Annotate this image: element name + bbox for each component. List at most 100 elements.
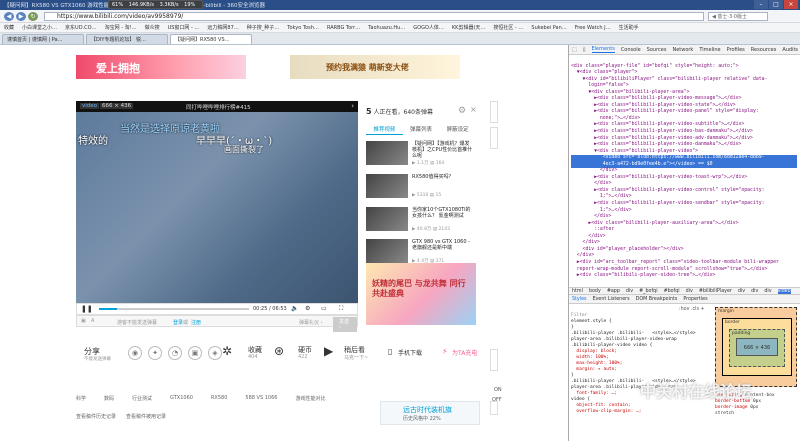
bookmark-item[interactable]: 收藏 (4, 24, 14, 31)
gear-icon[interactable]: ⚙ (458, 106, 466, 116)
crumb-item[interactable]: #bofqi (664, 289, 680, 294)
tab-recommended[interactable]: 推荐视频 (366, 125, 403, 135)
bookmark-item[interactable]: KK剪辑器(天… (452, 24, 486, 31)
close-window-button[interactable]: × (784, 0, 798, 9)
tab-1[interactable]: 谨慎首页 | 谨慎网 | Pa… (2, 34, 84, 44)
tag-item[interactable]: 行业测试 (132, 395, 152, 405)
tab-styles[interactable]: Styles (572, 297, 587, 302)
search-input[interactable]: ◀ 昔士·3·0版士 (708, 12, 768, 21)
charge-icon[interactable]: ⚡ (442, 347, 448, 356)
bookmark-item[interactable]: 小白课堂之小… (22, 24, 57, 31)
minimize-button[interactable]: – (754, 0, 768, 9)
bookmark-item[interactable]: 京东UD.CO… (65, 24, 97, 31)
tag-item[interactable]: RX580 (211, 395, 227, 405)
inspect-icon[interactable]: ⬚ (572, 47, 577, 53)
related-video[interactable]: RX580值得买吗？ ▶ 5316 ▤ 15 (366, 174, 476, 202)
bookmark-item[interactable]: US窗口网 - … (168, 24, 200, 31)
tab-resources[interactable]: Resources (751, 47, 777, 53)
progress-bar[interactable] (99, 308, 249, 310)
bookmark-item[interactable]: RARBG Torr… (327, 25, 360, 31)
related-video[interactable]: 当你家10个GTX1080Ti的女孩什么？ 氪金啊测试 ▶ 40.8万 ▤ 21… (366, 207, 476, 235)
mobile-download-link[interactable]: 手机下载 (398, 348, 422, 357)
fullscreen-icon[interactable]: ⛶ (339, 305, 343, 313)
bookmark-item[interactable]: Free Watch J… (575, 25, 611, 31)
video-thumbnail[interactable] (366, 207, 408, 231)
qq-icon[interactable]: ◔ (168, 346, 182, 360)
charge-button[interactable]: 为TA充电 (452, 348, 477, 357)
related-title[interactable]: 当你家10个GTX1080Ti的女孩什么？ 氪金啊测试 (412, 207, 474, 219)
douban-icon[interactable]: ◈ (208, 346, 222, 360)
url-input[interactable]: https://www.bilibili.com/video/av9958979… (44, 12, 704, 21)
tieba-icon[interactable]: ▣ (188, 346, 202, 360)
bookmark-item[interactable]: 淘宝网 - 淘!… (105, 24, 137, 31)
pause-icon[interactable]: ❚❚ (81, 305, 93, 313)
tag-item[interactable]: 游戏性能对比 (295, 395, 325, 405)
crumb-item[interactable]: div (764, 289, 771, 294)
tab-event-listeners[interactable]: Event Listeners (593, 297, 630, 302)
crumb-item[interactable]: div (626, 289, 633, 294)
settings-icon[interactable]: ⚙ (305, 305, 310, 312)
bookmark-item[interactable]: 搜恒社区 - … (493, 24, 523, 31)
dom-line[interactable]: ▶<div class="bilibili-player-video-tree"… (571, 273, 797, 280)
tab-profiles[interactable]: Profiles (727, 47, 745, 53)
styles-pane[interactable]: Filter element.style {} .bilibili-player .… (571, 307, 711, 441)
video-thumbnail[interactable] (366, 141, 408, 165)
tab-properties[interactable]: Properties (683, 297, 707, 302)
ad-game-banner[interactable]: 妖精的尾巴 与龙共舞 同行共赴盛典 (366, 263, 476, 325)
related-title[interactable]: 【疑问网】【游戏机？爆发核机】之CPU性价比首推什么呢 (412, 141, 474, 159)
related-title[interactable]: RX580值得买吗？ (412, 174, 474, 180)
chevron-right-icon[interactable]: › (351, 102, 354, 110)
tab-elements[interactable]: Elements (591, 46, 615, 53)
bookmark-item[interactable]: Sukebei Pan… (531, 25, 566, 31)
crumb-item[interactable]: #app (607, 289, 620, 294)
tag-item[interactable]: 数码 (104, 395, 114, 405)
tag-item[interactable]: 588 VS 1066 (245, 395, 277, 405)
forward-icon[interactable]: ▶ (16, 12, 26, 21)
crumb-item[interactable]: #_bofqi (639, 289, 657, 294)
float-button[interactable] (490, 349, 498, 371)
crumb-item[interactable]: html (572, 289, 583, 294)
ad-banner-right[interactable]: 预约我满猿 萌新变大佬 (290, 55, 460, 79)
bookmark-item[interactable]: Taohuazu.Hu… (368, 25, 405, 31)
tab-block-settings[interactable]: 屏蔽设定 (439, 125, 476, 135)
collect-icon[interactable]: ✲ (222, 344, 232, 358)
crumb-item[interactable]: div (738, 289, 745, 294)
close-icon[interactable]: × (470, 105, 477, 114)
widescreen-icon[interactable]: ▭ (321, 305, 327, 312)
coin-icon[interactable]: ⊛ (274, 344, 284, 358)
related-video[interactable]: 【疑问网】【游戏机？爆发核机】之CPU性价比首推什么呢 ▶ 1.1万 ▤ 164 (366, 141, 476, 169)
tab-timeline[interactable]: Timeline (699, 47, 720, 53)
crumb-item[interactable]: #bilibiliPlayer (699, 289, 732, 294)
bookmark-item[interactable]: 做众搜 (145, 24, 160, 31)
tab-sources[interactable]: Sources (647, 47, 667, 53)
video-area[interactable]: 当然是选择原谅老黄啦 特效的 早早早(´・ω・`) 画面撕裂了 (76, 112, 358, 304)
dom-line[interactable]: ▶<div class="bilibili-player-video-sendb… (571, 201, 797, 208)
bookmark-item[interactable]: 种子搜_种子… (247, 24, 280, 31)
crumb-item[interactable]: div (751, 289, 758, 294)
danmaku-style-icon[interactable]: A (91, 318, 94, 324)
crumb-item[interactable]: body (589, 289, 601, 294)
tab-danmaku-list[interactable]: 弹幕列表 (403, 125, 440, 135)
danmaku-etiquette-link[interactable]: 弹幕礼仪 › (299, 319, 323, 326)
history-link[interactable]: 查看稿件历史记录 (76, 413, 116, 420)
game-promo[interactable]: 远古时代装机旗 历史风格中 22% (380, 401, 480, 425)
tab-3-active[interactable]: 【疑问网】RX580 VS… (170, 34, 252, 44)
video-thumbnail[interactable] (366, 239, 408, 263)
refresh-icon[interactable]: ↻ (28, 12, 38, 21)
bookmark-item[interactable]: 远力稿网87… (207, 24, 238, 31)
video-thumbnail[interactable] (366, 174, 408, 198)
tab-console[interactable]: Console (621, 47, 641, 53)
tab-dom-breakpoints[interactable]: DOM Breakpoints (636, 297, 678, 302)
bookmark-item[interactable]: Tokyo Tosh… (287, 25, 319, 31)
send-danmaku-button[interactable]: 发送 › (333, 317, 357, 332)
dom-tree[interactable]: <div class="player-file" id="bofqi" styl… (571, 57, 797, 289)
tab-network[interactable]: Network (672, 47, 693, 53)
dom-line-selected[interactable]: <video src="blob:https://www.bilibili.co… (571, 155, 797, 162)
dom-line[interactable]: ▶<div id="arc_toolbar_report" class="vid… (571, 260, 797, 267)
off-label[interactable]: OFF (492, 397, 502, 403)
tab-2[interactable]: 【DIY专题机论坛】 锐… (86, 34, 168, 44)
bookmark-item[interactable]: 生活助手 (619, 24, 639, 31)
float-button[interactable] (490, 101, 498, 123)
back-icon[interactable]: ◀ (4, 12, 14, 21)
register-link[interactable]: 注册 (191, 319, 201, 326)
